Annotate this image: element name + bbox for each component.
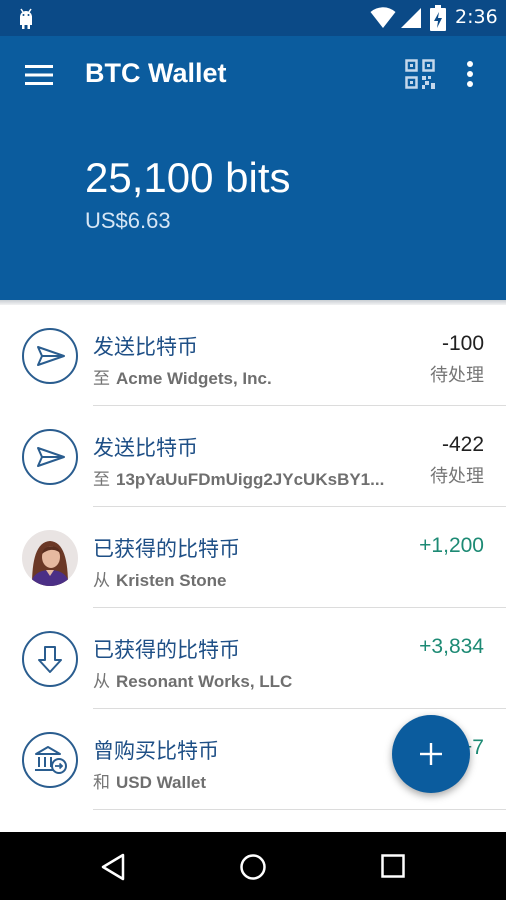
balance-amount: 25,100 bits: [85, 154, 291, 201]
battery-charging-icon: [430, 5, 446, 31]
counterparty-prefix: 至: [93, 369, 110, 389]
send-icon: [22, 328, 78, 384]
status-time: 2:36: [455, 6, 498, 28]
transaction-counterparty: 至 13pYaUuFDmUigg2JYcUKsBY1...: [93, 465, 384, 490]
transaction-amount: -100: [441, 332, 484, 355]
transaction-counterparty: 至 Acme Widgets, Inc.: [93, 364, 272, 389]
transaction-row[interactable]: 发送比特币 至 13pYaUuFDmUigg2JYcUKsBY1... -422 …: [0, 406, 506, 507]
menu-icon[interactable]: [22, 62, 56, 88]
recents-icon[interactable]: [381, 854, 405, 878]
android-icon: [20, 8, 32, 29]
app-header: BTC Wallet 25,100 bits US$6.63: [0, 36, 506, 300]
wifi-icon: [370, 7, 396, 28]
qr-code-icon[interactable]: [405, 59, 435, 89]
transaction-amount: -422: [441, 433, 484, 456]
avatar: [22, 530, 78, 586]
transaction-title: 已获得的比特币: [93, 638, 240, 662]
add-button[interactable]: [392, 715, 470, 793]
signal-icon: [401, 8, 421, 28]
system-nav-bar: [0, 832, 506, 900]
transaction-title: 发送比特币: [93, 436, 198, 460]
transaction-row[interactable]: 已获得的比特币 从 Resonant Works, LLC +3,834: [0, 608, 506, 709]
transaction-title: 已获得的比特币: [93, 537, 240, 561]
transaction-counterparty: 从 Resonant Works, LLC: [93, 667, 292, 692]
transaction-status: 待处理: [430, 466, 484, 487]
counterparty-prefix: 从: [93, 672, 110, 692]
back-icon[interactable]: [100, 853, 126, 881]
transaction-counterparty: 和 USD Wallet: [93, 768, 206, 793]
transaction-amount: +3,834: [419, 635, 484, 658]
transaction-amount: +1,200: [419, 534, 484, 557]
counterparty-name: 13pYaUuFDmUigg2JYcUKsBY1...: [116, 470, 385, 489]
transaction-row[interactable]: 已获得的比特币 从 Kristen Stone +1,200: [0, 507, 506, 608]
bank-transfer-icon: [22, 732, 78, 788]
transaction-status: 待处理: [430, 365, 484, 386]
fiat-balance: US$6.63: [85, 208, 171, 233]
counterparty-name: Kristen Stone: [116, 571, 227, 590]
transaction-counterparty: 从 Kristen Stone: [93, 566, 227, 591]
plus-icon: [420, 743, 442, 765]
counterparty-name: Resonant Works, LLC: [116, 672, 293, 691]
transaction-row[interactable]: 发送比特币 至 Acme Widgets, Inc. -100 待处理: [0, 305, 506, 406]
counterparty-prefix: 和: [93, 773, 110, 793]
transaction-title: 发送比特币: [93, 335, 198, 359]
app-title: BTC Wallet: [85, 58, 227, 88]
send-icon: [22, 429, 78, 485]
counterparty-prefix: 从: [93, 571, 110, 591]
transaction-title: 曾购买比特币: [93, 739, 219, 763]
counterparty-prefix: 至: [93, 470, 110, 490]
home-icon[interactable]: [239, 853, 267, 881]
counterparty-name: Acme Widgets, Inc.: [116, 369, 272, 388]
row-divider: [93, 809, 506, 810]
status-bar: 2:36: [0, 0, 506, 36]
overflow-menu-icon[interactable]: [463, 59, 477, 89]
receive-icon: [22, 631, 78, 687]
counterparty-name: USD Wallet: [116, 773, 207, 792]
